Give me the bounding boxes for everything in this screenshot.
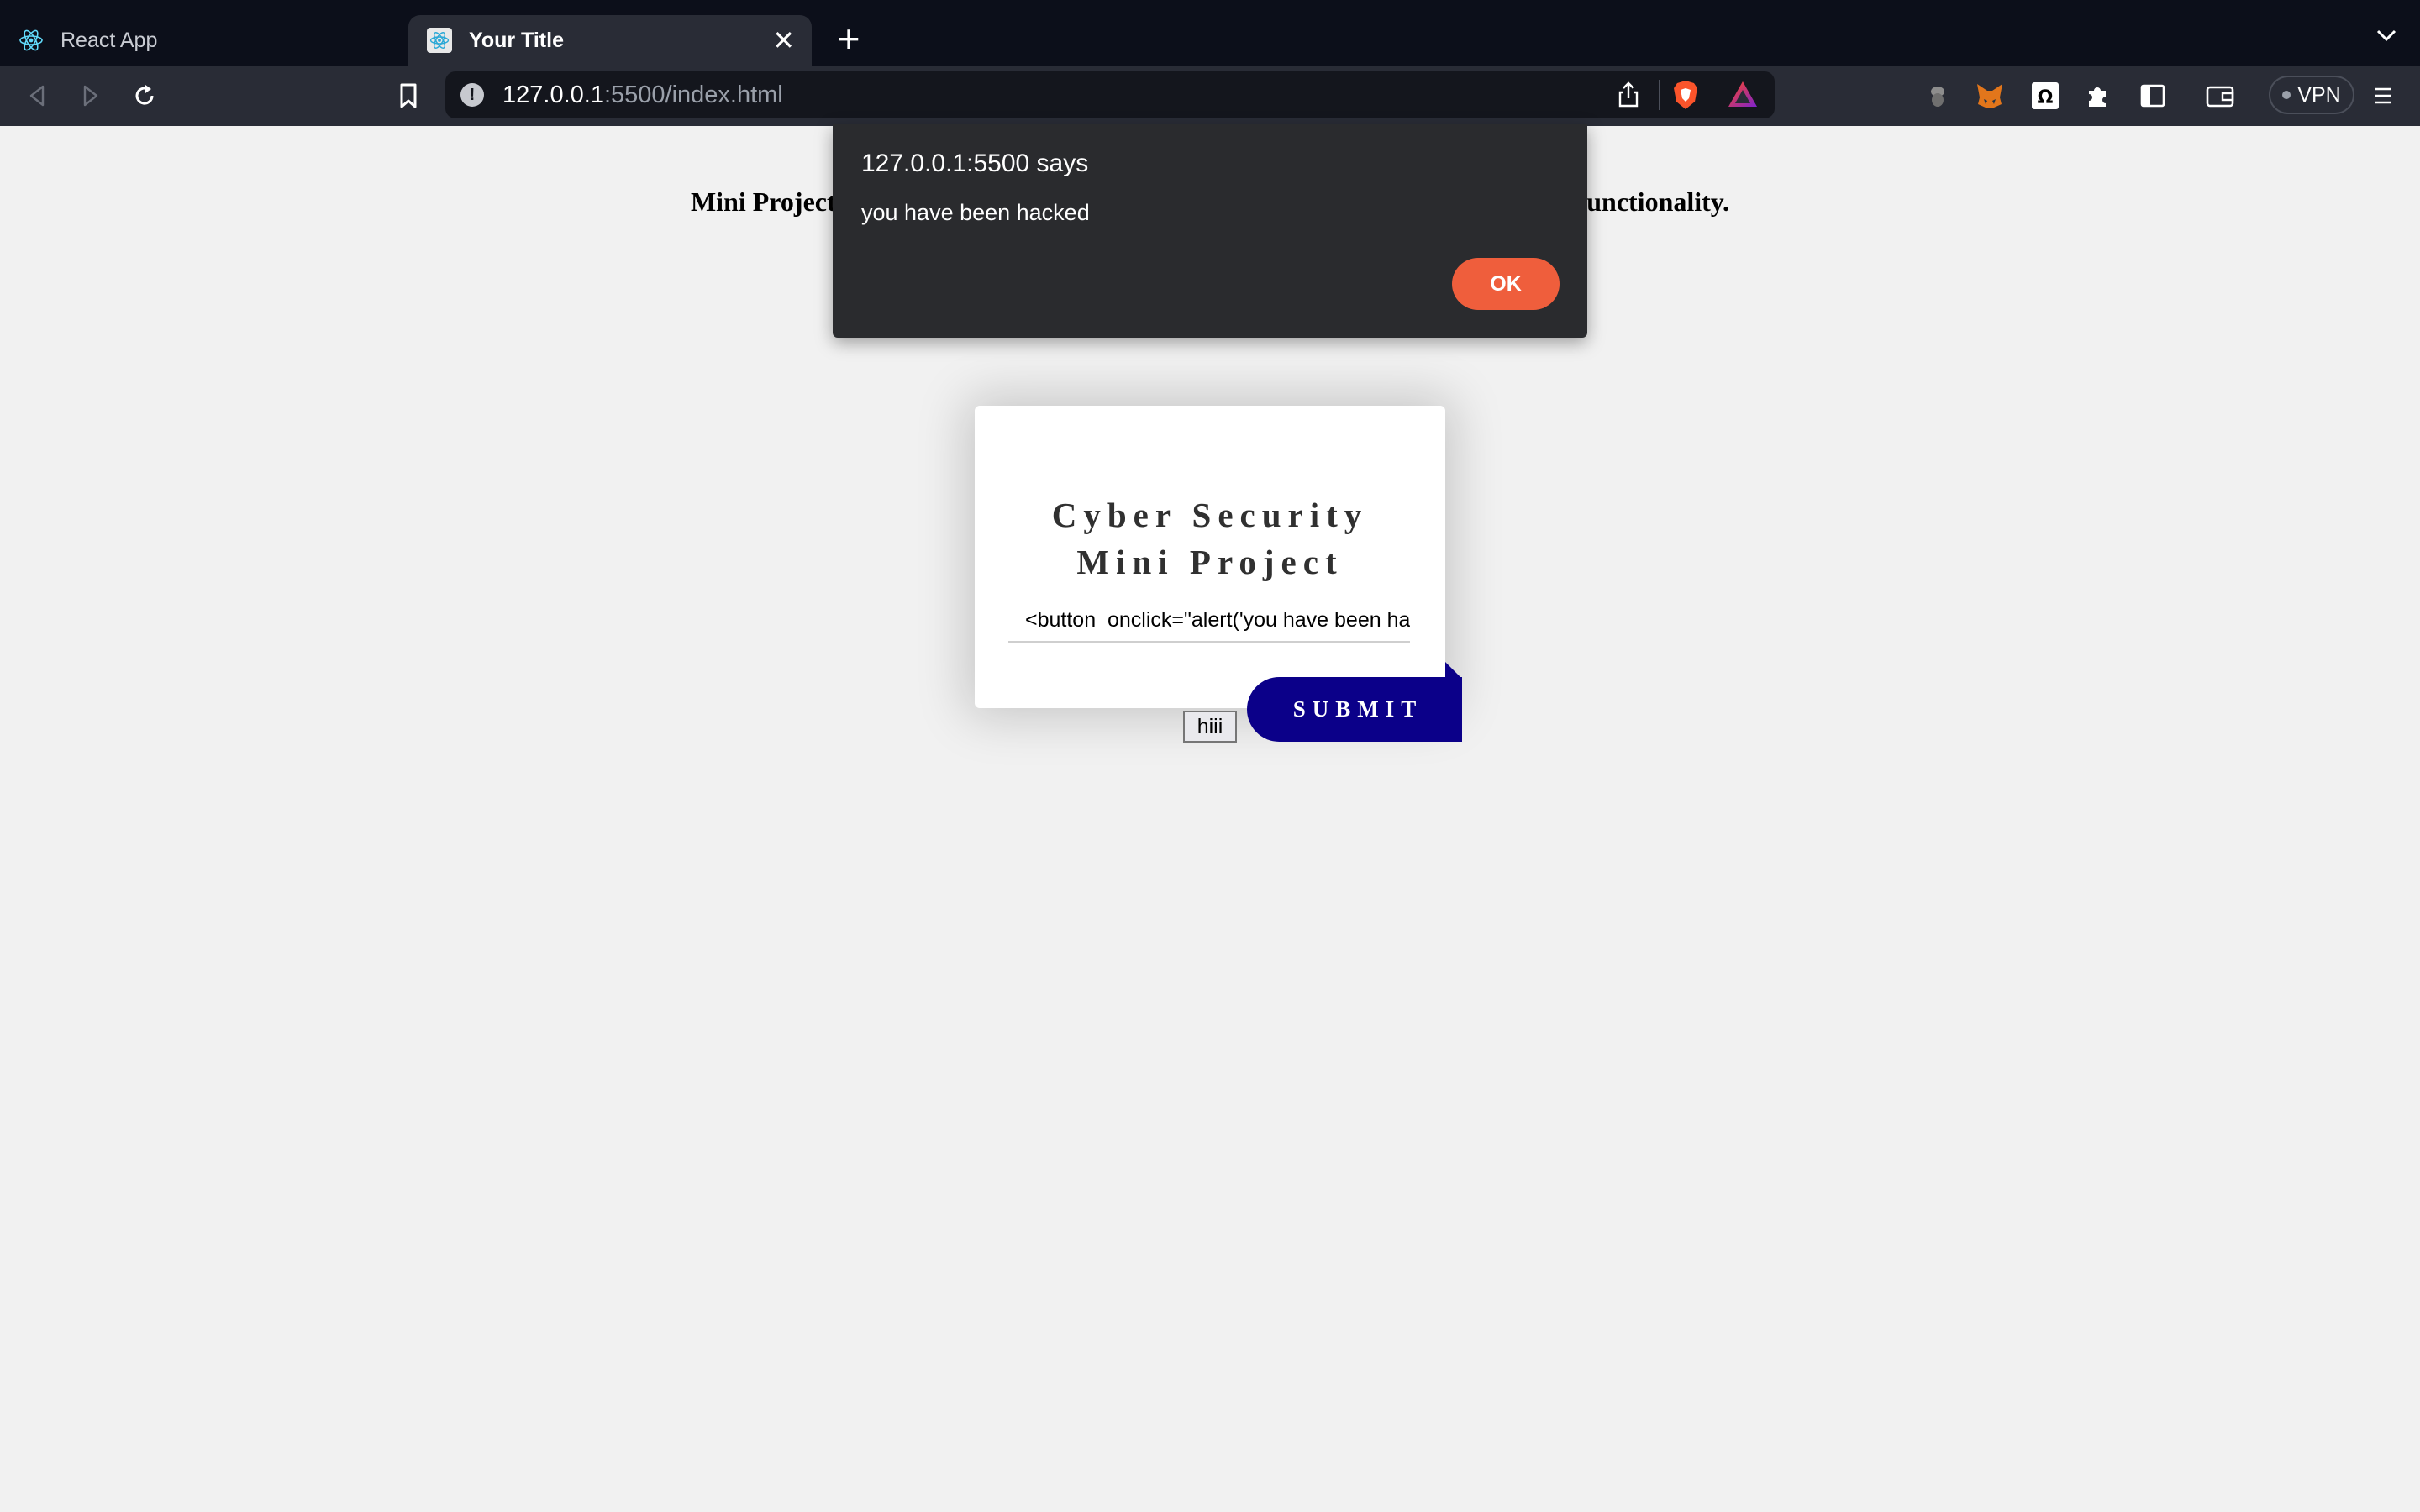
chevron-down-icon[interactable] xyxy=(2370,18,2403,52)
vpn-label: VPN xyxy=(2297,82,2341,107)
site-info-icon[interactable]: ! xyxy=(460,83,484,107)
tab-title: React App xyxy=(60,28,158,52)
react-logo-icon xyxy=(427,28,452,53)
card-title-line2: Mini Project xyxy=(1076,543,1344,581)
puzzle-extensions-icon[interactable] xyxy=(2079,77,2116,114)
menu-icon[interactable] xyxy=(2365,77,2402,114)
card-title-line1: Cyber Security xyxy=(1051,496,1369,534)
svg-text:Ω: Ω xyxy=(2038,87,2054,108)
injected-hiii-button[interactable]: hiii xyxy=(1183,711,1237,743)
submit-button-fold xyxy=(1445,662,1462,679)
close-tab-icon[interactable]: ✕ xyxy=(772,27,795,54)
comment-input[interactable] xyxy=(1008,599,1410,643)
plus-icon[interactable]: + xyxy=(832,15,865,62)
alert-title: 127.0.0.1:5500 says xyxy=(861,150,1089,177)
omega-extension-icon[interactable]: Ω xyxy=(2027,77,2064,114)
alert-message: you have been hacked xyxy=(861,200,1090,225)
alert-dialog: 127.0.0.1:5500 says you have been hacked… xyxy=(833,124,1587,338)
reload-icon[interactable] xyxy=(126,77,163,114)
wallet-icon[interactable] xyxy=(2202,77,2238,114)
extension-acorn-icon[interactable] xyxy=(1919,77,1956,114)
brave-rewards-icon[interactable] xyxy=(1726,78,1760,112)
tab-strip: React App Your Title ✕ + xyxy=(0,0,2420,66)
brave-shields-icon[interactable] xyxy=(1669,78,1702,112)
bookmark-icon[interactable] xyxy=(390,77,427,114)
url-text: 127.0.0.1:5500/index.html xyxy=(502,81,783,109)
metamask-fox-icon[interactable] xyxy=(1971,77,2008,114)
vpn-button[interactable]: VPN xyxy=(2269,76,2354,114)
url-path: :5500/index.html xyxy=(603,81,783,108)
tab-react-app[interactable]: React App xyxy=(0,15,403,66)
sidebar-icon[interactable] xyxy=(2134,77,2171,114)
vpn-status-dot xyxy=(2282,91,2291,99)
divider xyxy=(1659,80,1660,110)
forward-icon[interactable] xyxy=(72,77,109,114)
address-bar[interactable]: ! 127.0.0.1:5500/index.html xyxy=(445,71,1775,118)
tab-title: Your Title xyxy=(469,28,564,52)
back-icon[interactable] xyxy=(18,77,55,114)
url-host: 127.0.0.1 xyxy=(502,81,604,108)
share-icon[interactable] xyxy=(1613,80,1644,110)
card-title: Cyber Security Mini Project xyxy=(975,491,1445,585)
react-logo-icon xyxy=(18,28,44,53)
comment-card: Cyber Security Mini Project xyxy=(975,406,1445,708)
submit-button[interactable]: SUBMIT xyxy=(1247,677,1462,742)
browser-toolbar: ! 127.0.0.1:5500/index.html Ω VPN xyxy=(0,66,2420,126)
alert-ok-button[interactable]: OK xyxy=(1452,258,1560,310)
tab-your-title[interactable]: Your Title ✕ xyxy=(408,15,812,66)
